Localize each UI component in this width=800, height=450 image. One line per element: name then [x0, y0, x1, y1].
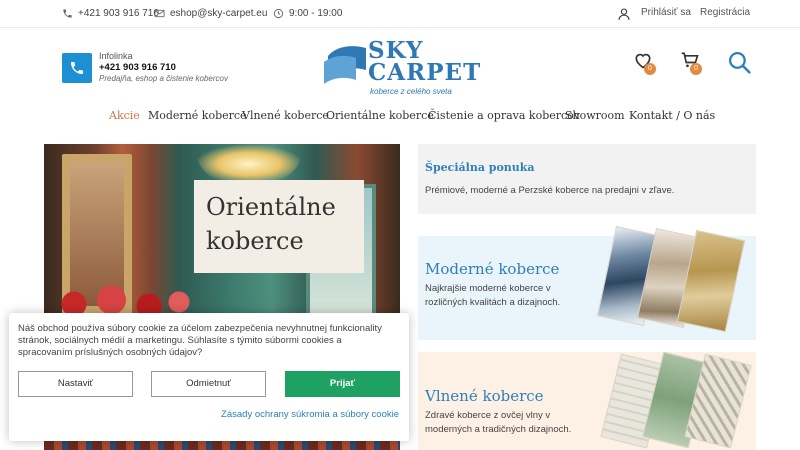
- user-icon[interactable]: [617, 7, 631, 21]
- cookie-consent-banner: Náš obchod používa súbory cookie za účel…: [9, 313, 409, 441]
- cart-button[interactable]: 0: [680, 50, 706, 78]
- card-modern-carpets-text: Najkrajšie moderné koberce v rozličných …: [425, 283, 561, 308]
- card-special-offer-text: Prémiové, moderné a Perzské koberce na p…: [425, 185, 675, 196]
- hero-title-box: Orientálne koberce: [194, 180, 364, 273]
- topbar-hours: 9:00 - 19:00: [273, 8, 342, 19]
- envelope-icon: [154, 9, 165, 18]
- logo-tagline: koberce z celého sveta: [370, 87, 452, 96]
- modern-rugs-image: [590, 226, 756, 340]
- cookie-consent-text: Náš obchod používa súbory cookie za účel…: [18, 323, 382, 358]
- hero-title-line2: koberce: [206, 227, 304, 255]
- login-link[interactable]: Prihlásiť sa: [641, 7, 691, 18]
- hero-title-line1: Orientálne: [206, 193, 336, 221]
- card-modern-carpets[interactable]: Moderné koberce Najkrajšie moderné kober…: [418, 226, 756, 340]
- cookie-settings-button[interactable]: Nastaviť: [18, 371, 133, 397]
- infoline-label: Infolinka: [99, 51, 133, 61]
- wool-rugs-image: [590, 351, 756, 450]
- topbar-phone-text: +421 903 916 710: [78, 8, 159, 19]
- card-special-offer-title: Špeciálna ponuka: [425, 161, 535, 174]
- top-bar: +421 903 916 710 eshop@sky-carpet.eu 9:0…: [0, 0, 800, 28]
- topbar-email[interactable]: eshop@sky-carpet.eu: [154, 8, 267, 19]
- nav-item-cistenie-oprava[interactable]: Čistenie a oprava kobercov: [428, 109, 580, 122]
- card-modern-carpets-title: Moderné koberce: [425, 260, 560, 278]
- nav-item-kontakt[interactable]: Kontakt / O nás: [629, 109, 715, 122]
- search-button[interactable]: [727, 50, 753, 76]
- card-special-offer[interactable]: Špeciálna ponuka Prémiové, moderné a Per…: [418, 144, 756, 214]
- hero-title: Orientálne koberce: [206, 190, 352, 258]
- nav-item-orientalne-koberce[interactable]: Orientálne koberce: [326, 109, 434, 122]
- infoline[interactable]: Infolinka +421 903 916 710 Predajňa, esh…: [62, 51, 262, 85]
- nav-item-moderne-koberce[interactable]: Moderné koberce: [148, 109, 247, 122]
- topbar-hours-text: 9:00 - 19:00: [289, 8, 343, 19]
- sky-carpet-logo[interactable]: SKY CARPET koberce z celého sveta: [322, 38, 482, 100]
- wishlist-button[interactable]: 0: [633, 50, 657, 78]
- privacy-policy-link[interactable]: Zásady ochrany súkromia a súbory cookie: [221, 409, 399, 420]
- infoline-text: Infolinka +421 903 916 710 Predajňa, esh…: [99, 51, 228, 84]
- cookie-accept-button[interactable]: Prijať: [285, 371, 400, 397]
- nav-item-vlnene-koberce[interactable]: Vlnené koberce: [242, 109, 329, 122]
- nav-item-showroom[interactable]: Showroom: [565, 109, 625, 122]
- flying-carpet-logo-icon: [324, 46, 366, 84]
- register-link[interactable]: Registrácia: [700, 7, 750, 18]
- hero-chandelier-decoration: [194, 144, 304, 184]
- topbar-email-text: eshop@sky-carpet.eu: [170, 8, 268, 19]
- search-icon: [728, 51, 751, 74]
- card-wool-carpets[interactable]: Vlnené koberce Zdravé koberce z ovčej vl…: [418, 351, 756, 450]
- cookie-decline-button[interactable]: Odmietnuť: [151, 371, 266, 397]
- infoline-subtitle: Predajňa, eshop a čistenie kobercov: [99, 74, 228, 83]
- logo-wordmark: SKY CARPET: [368, 39, 482, 86]
- topbar-phone[interactable]: +421 903 916 710: [62, 8, 159, 19]
- card-wool-carpets-title: Vlnené koberce: [425, 387, 544, 405]
- clock-icon: [273, 8, 284, 19]
- infoline-phone[interactable]: +421 903 916 710: [99, 62, 228, 73]
- wishlist-count-badge: 0: [644, 63, 656, 75]
- card-wool-carpets-text: Zdravé koberce z ovčej vlny v moderných …: [425, 410, 572, 435]
- logo-carpet-text: CARPET: [368, 59, 482, 86]
- cart-count-badge: 0: [690, 63, 702, 75]
- nav-item-akcie[interactable]: Akcie: [109, 109, 140, 122]
- phone-icon: [63, 9, 72, 18]
- main-nav: Akcie Moderné koberce Vlnené koberce Ori…: [0, 109, 800, 125]
- infoline-phone-icon: [62, 53, 92, 83]
